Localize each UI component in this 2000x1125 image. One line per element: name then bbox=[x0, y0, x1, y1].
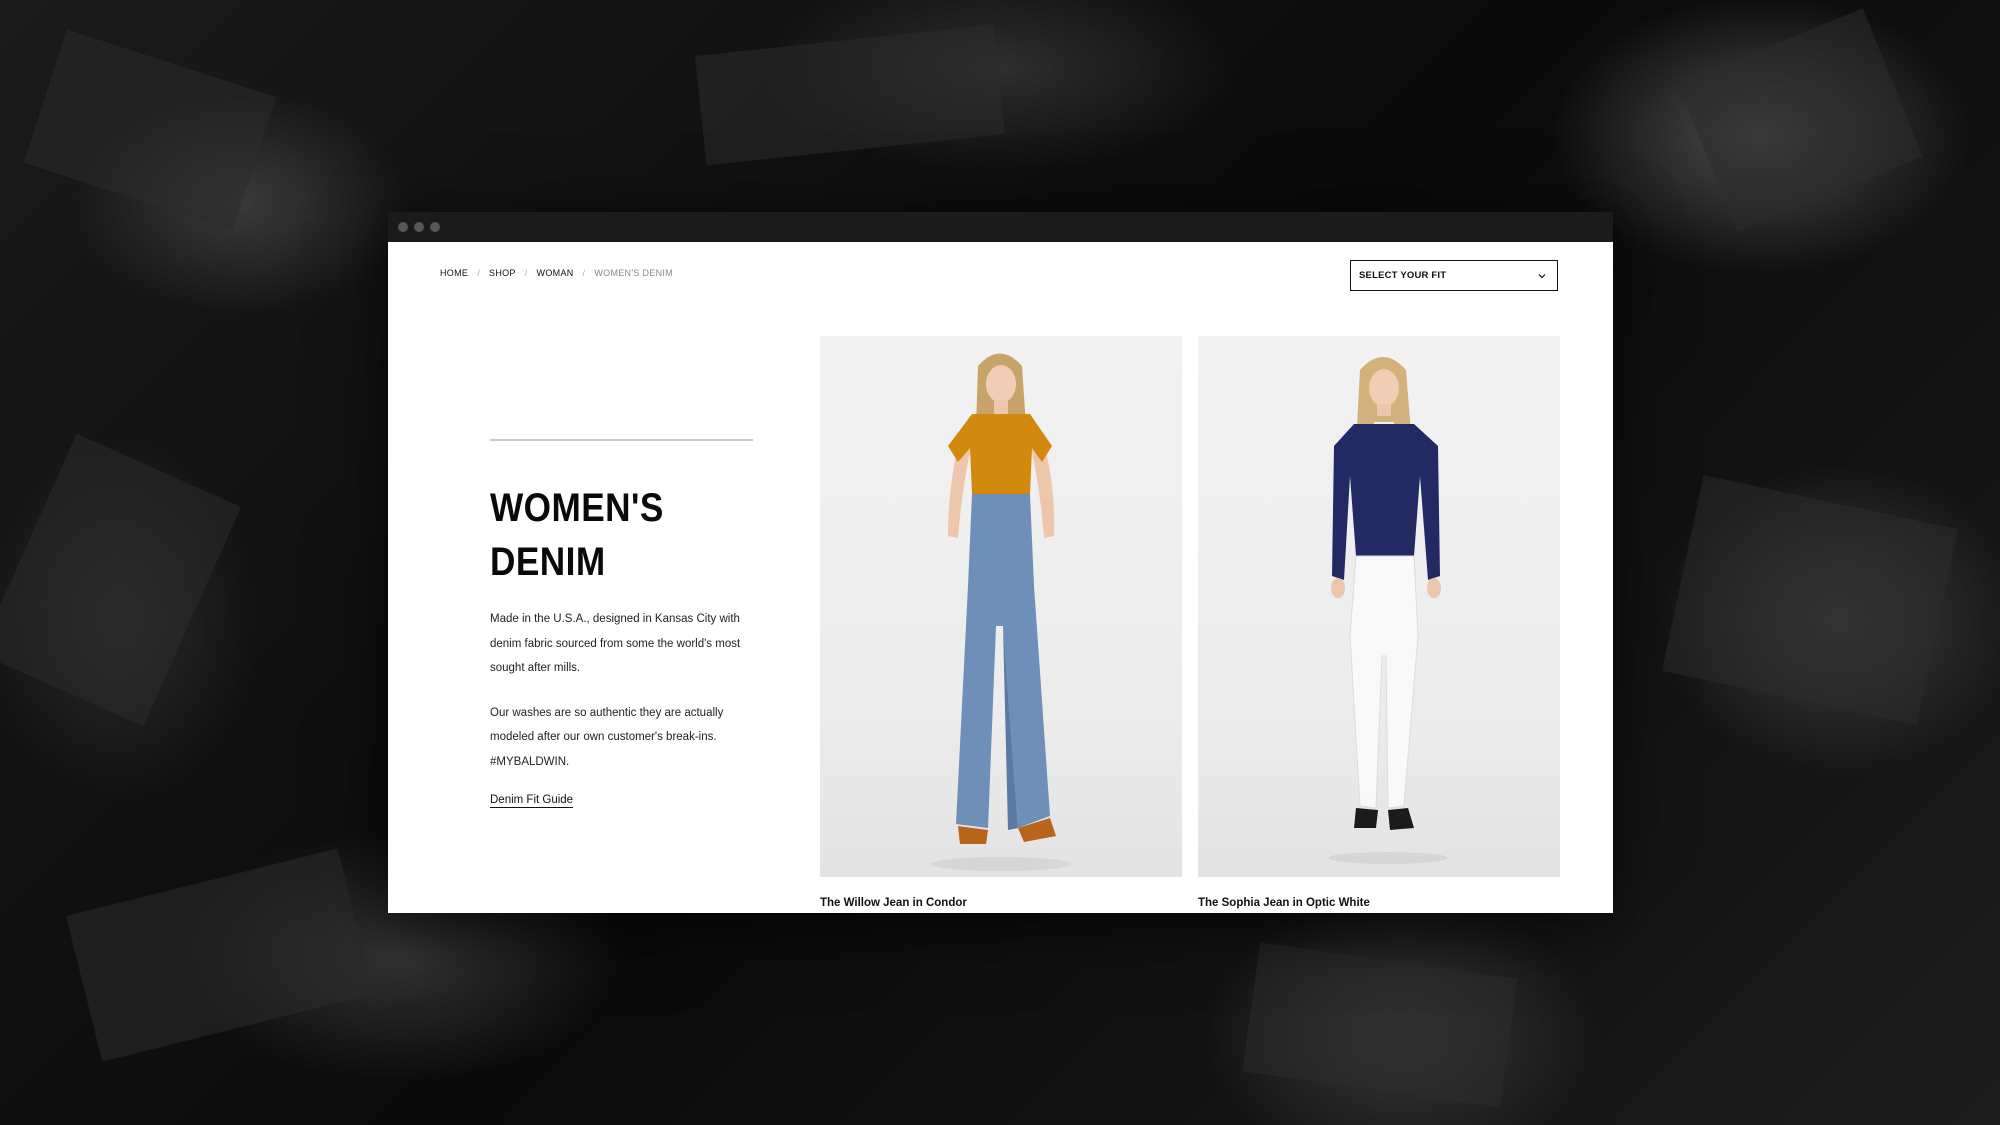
breadcrumb-shop[interactable]: SHOP bbox=[489, 268, 516, 278]
window-title-bar bbox=[388, 212, 1613, 242]
page-title-line2: DENIM bbox=[490, 540, 606, 584]
chevron-down-icon bbox=[1538, 273, 1546, 278]
window-close-dot[interactable] bbox=[398, 222, 408, 232]
breadcrumb-current: WOMEN'S DENIM bbox=[594, 268, 673, 278]
breadcrumb-separator: / bbox=[524, 268, 528, 278]
intro-paragraph-2-text: Our washes are so authentic they are act… bbox=[490, 706, 724, 744]
breadcrumb: HOME / SHOP / WOMAN / WOMEN'S DENIM bbox=[440, 268, 673, 278]
page-title-line1: WOMEN'S bbox=[490, 486, 664, 530]
product-image[interactable] bbox=[1198, 336, 1560, 877]
breadcrumb-separator: / bbox=[582, 268, 586, 278]
window-minimize-dot[interactable] bbox=[414, 222, 424, 232]
product-card[interactable]: The Sophia Jean in Optic White bbox=[1198, 336, 1560, 909]
intro-divider bbox=[490, 439, 753, 441]
model-figure-sophia bbox=[1328, 357, 1448, 864]
intro-paragraph-2: Our washes are so authentic they are act… bbox=[490, 701, 760, 775]
product-name[interactable]: The Willow Jean in Condor bbox=[820, 897, 1182, 909]
intro-paragraph-1: Made in the U.S.A., designed in Kansas C… bbox=[490, 613, 741, 674]
breadcrumb-home[interactable]: HOME bbox=[440, 268, 468, 278]
product-name[interactable]: The Sophia Jean in Optic White bbox=[1198, 897, 1560, 909]
breadcrumb-woman[interactable]: WOMAN bbox=[537, 268, 574, 278]
hashtag: #MYBALDWIN. bbox=[490, 755, 570, 768]
product-image[interactable] bbox=[820, 336, 1182, 877]
page-title: WOMEN'S DENIM bbox=[490, 481, 754, 589]
browser-window: HOME / SHOP / WOMAN / WOMEN'S DENIM SELE… bbox=[388, 212, 1613, 913]
breadcrumb-separator: / bbox=[477, 268, 481, 278]
denim-fit-guide-link[interactable]: Denim Fit Guide bbox=[490, 794, 574, 808]
product-card[interactable]: The Willow Jean in Condor bbox=[820, 336, 1182, 909]
fit-select-dropdown[interactable]: SELECT YOUR FIT bbox=[1350, 260, 1558, 291]
window-maximize-dot[interactable] bbox=[430, 222, 440, 232]
fit-select-label: SELECT YOUR FIT bbox=[1359, 270, 1447, 281]
collection-intro: WOMEN'S DENIM Made in the U.S.A., design… bbox=[490, 439, 755, 808]
model-figure-willow bbox=[931, 353, 1071, 871]
page-content: HOME / SHOP / WOMAN / WOMEN'S DENIM SELE… bbox=[388, 242, 1613, 913]
